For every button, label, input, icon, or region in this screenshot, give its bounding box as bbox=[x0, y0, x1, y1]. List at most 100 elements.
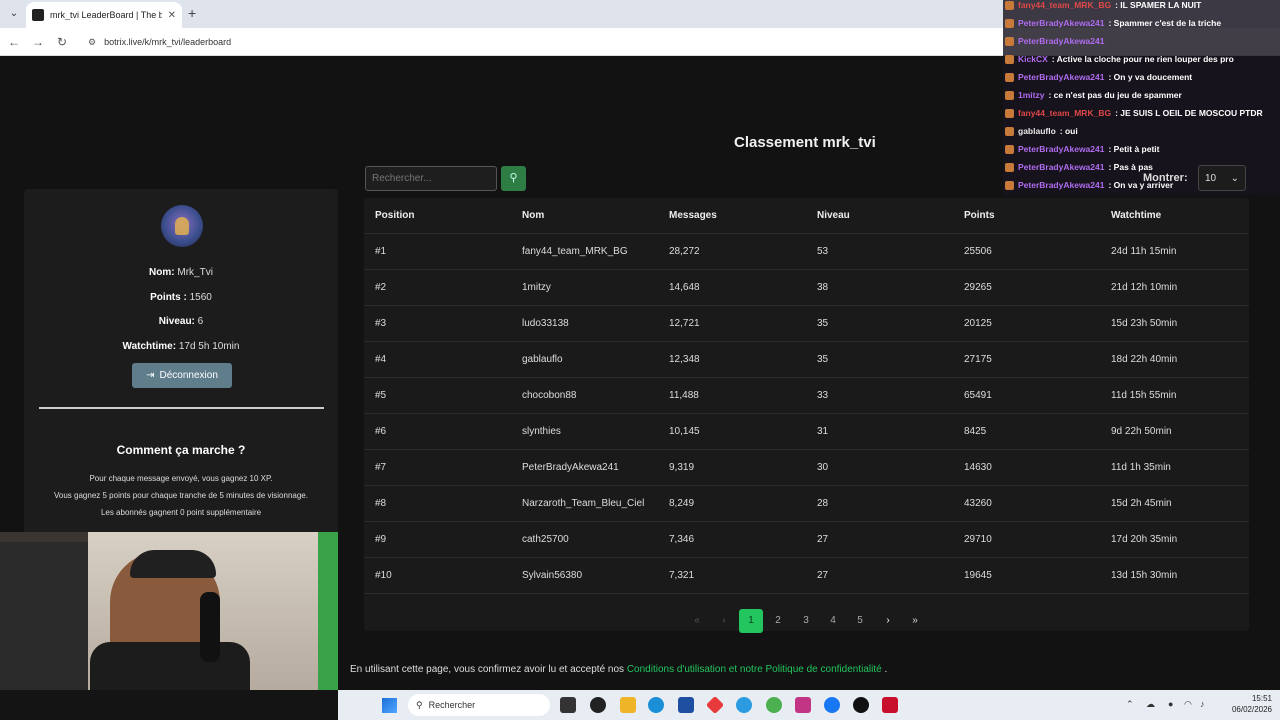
cell-position: #9 bbox=[375, 534, 387, 545]
cell-name: Narzaroth_Team_Bleu_Ciel bbox=[522, 498, 645, 509]
site-info-icon[interactable]: ⚙ bbox=[88, 37, 96, 48]
url-field[interactable]: ⚙ botrix.live/k/mrk_tvi/leaderboard bbox=[80, 32, 780, 52]
cell-position: #10 bbox=[375, 570, 392, 581]
mic-icon[interactable]: ● bbox=[1168, 699, 1173, 709]
next-page-icon[interactable]: › bbox=[876, 609, 900, 633]
cell-messages: 10,145 bbox=[669, 426, 700, 437]
last-page-icon[interactable]: » bbox=[903, 609, 927, 633]
chat-message: gablauflo: oui bbox=[1003, 122, 1280, 140]
logout-icon: ⇥ bbox=[146, 370, 155, 381]
page-button[interactable]: 2 bbox=[766, 609, 790, 633]
cell-name: Sylvain56380 bbox=[522, 570, 583, 581]
cell-name: PeterBradyAkewa241 bbox=[522, 462, 619, 473]
page-title: Classement mrk_tvi bbox=[734, 134, 876, 151]
badge-icon bbox=[1005, 126, 1014, 136]
mcafee-icon[interactable] bbox=[882, 697, 898, 713]
search-input[interactable] bbox=[365, 166, 497, 191]
tab-close-icon[interactable]: ✕ bbox=[168, 10, 176, 21]
prev-page-icon[interactable]: ‹ bbox=[712, 609, 736, 633]
cell-watchtime: 24d 11h 15min bbox=[1111, 246, 1177, 257]
app-icon[interactable] bbox=[736, 697, 752, 713]
header-points[interactable]: Points bbox=[964, 210, 995, 221]
wifi-icon[interactable]: ◠ bbox=[1184, 699, 1192, 710]
tab-search-icon[interactable]: ⌄ bbox=[6, 6, 22, 22]
store-icon[interactable] bbox=[678, 697, 694, 713]
page-size-select[interactable]: 10 ⌄ bbox=[1198, 165, 1246, 191]
terms-link[interactable]: Conditions d'utilisation et notre Politi… bbox=[627, 664, 882, 675]
page-button[interactable]: 3 bbox=[794, 609, 818, 633]
chat-text: : oui bbox=[1059, 126, 1078, 136]
chat-message: KickCX: Active la cloche pour ne rien lo… bbox=[1003, 50, 1280, 68]
consent-text: En utilisant cette page, vous confirmez … bbox=[350, 664, 888, 675]
reload-icon[interactable]: ↻ bbox=[54, 34, 70, 50]
header-level[interactable]: Niveau bbox=[817, 210, 850, 221]
profile-name: Nom: Mrk_Tvi bbox=[149, 267, 213, 278]
search-icon: ⚲ bbox=[416, 699, 423, 710]
cell-name: gablauflo bbox=[522, 354, 563, 365]
facebook-icon[interactable] bbox=[824, 697, 840, 713]
volume-icon[interactable]: ♪ bbox=[1200, 699, 1205, 709]
app-icon[interactable] bbox=[705, 695, 725, 715]
header-watchtime[interactable]: Watchtime bbox=[1111, 210, 1161, 221]
taskbar: ⚲ Rechercher ⌃ ☁ ● ◠ ♪ 15:51 06/02/2026 bbox=[338, 690, 1280, 720]
taskbar-search[interactable]: ⚲ Rechercher bbox=[408, 694, 550, 716]
profile-level: Niveau: 6 bbox=[158, 316, 204, 327]
badge-icon bbox=[1005, 162, 1014, 172]
cell-watchtime: 15d 2h 45min bbox=[1111, 498, 1172, 509]
page-button[interactable]: 1 bbox=[739, 609, 763, 633]
explorer-icon[interactable] bbox=[620, 697, 636, 713]
logout-button[interactable]: ⇥ Déconnexion bbox=[132, 363, 232, 388]
chat-message: PeterBradyAkewa241: Petit à petit bbox=[1003, 140, 1280, 158]
clock-time: 15:51 bbox=[1251, 694, 1272, 703]
cloud-icon[interactable]: ☁ bbox=[1146, 699, 1155, 710]
cell-position: #2 bbox=[375, 282, 387, 293]
cell-position: #3 bbox=[375, 318, 387, 329]
start-icon[interactable] bbox=[382, 698, 397, 713]
chat-username: PeterBradyAkewa241 bbox=[1018, 162, 1105, 172]
cell-name: fany44_team_MRK_BG bbox=[522, 246, 628, 257]
cell-points: 19645 bbox=[964, 570, 992, 581]
chrome-icon[interactable] bbox=[766, 697, 782, 713]
browser-tab[interactable]: mrk_tvi LeaderBoard | The best ✕ bbox=[26, 2, 182, 28]
profile-points: Points : 1560 bbox=[150, 292, 212, 303]
first-page-icon[interactable]: « bbox=[685, 609, 709, 633]
taskview-icon[interactable] bbox=[560, 697, 576, 713]
back-icon[interactable]: ← bbox=[6, 34, 22, 50]
cell-messages: 7,346 bbox=[669, 534, 695, 545]
app-icon[interactable] bbox=[590, 697, 606, 713]
cell-position: #5 bbox=[375, 390, 387, 401]
cell-position: #6 bbox=[375, 426, 387, 437]
forward-icon[interactable]: → bbox=[30, 34, 46, 50]
table-row: #1 fany44_team_MRK_BG 28,272 53 25506 24d 11h… bbox=[364, 234, 1249, 270]
page-button[interactable]: 4 bbox=[821, 609, 845, 633]
cell-messages: 11,488 bbox=[669, 390, 699, 401]
cell-name: chocobon88 bbox=[522, 390, 577, 401]
header-messages[interactable]: Messages bbox=[669, 210, 717, 221]
profile-card: Nom: Mrk_Tvi Points : 1560 Niveau: 6 Wat… bbox=[24, 189, 338, 539]
badge-icon bbox=[1005, 36, 1014, 46]
cell-points: 27175 bbox=[964, 354, 992, 365]
instagram-icon[interactable] bbox=[795, 697, 811, 713]
cell-watchtime: 21d 12h 10min bbox=[1111, 282, 1178, 293]
tiktok-icon[interactable] bbox=[853, 697, 869, 713]
chat-text: : Spammer c'est de la triche bbox=[1108, 18, 1222, 28]
header-position[interactable]: Position bbox=[375, 210, 414, 221]
badge-icon bbox=[1005, 18, 1014, 28]
table-row: #5 chocobon88 11,488 33 65491 11d 15h 55min bbox=[364, 378, 1249, 414]
cell-watchtime: 11d 1h 35min bbox=[1111, 462, 1171, 473]
cell-messages: 8,249 bbox=[669, 498, 695, 509]
edge-icon[interactable] bbox=[648, 697, 664, 713]
profile-watchtime: Watchtime: 17d 5h 10min bbox=[122, 341, 240, 352]
table-row: #3 ludo33138 12,721 35 20125 15d 23h 50min bbox=[364, 306, 1249, 342]
tray-chevron-icon[interactable]: ⌃ bbox=[1126, 699, 1134, 710]
header-name[interactable]: Nom bbox=[522, 210, 544, 221]
badge-icon bbox=[1005, 0, 1014, 10]
clock[interactable]: 15:51 06/02/2026 bbox=[1218, 693, 1272, 715]
cell-points: 29265 bbox=[964, 282, 992, 293]
chat-text: : Pas à pas bbox=[1108, 162, 1153, 172]
cell-level: 30 bbox=[817, 462, 829, 473]
page-button[interactable]: 5 bbox=[848, 609, 872, 633]
chat-text: : Petit à petit bbox=[1108, 144, 1160, 154]
new-tab-icon[interactable]: + bbox=[188, 6, 196, 20]
search-button[interactable]: ⚲ bbox=[501, 166, 526, 191]
